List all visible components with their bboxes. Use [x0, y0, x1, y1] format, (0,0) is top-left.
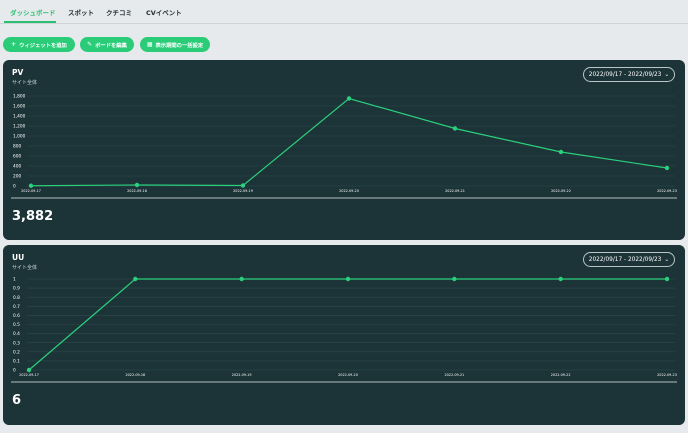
widget-total: 6: [12, 393, 22, 408]
y-tick-label: 1,800: [13, 94, 26, 100]
x-tick-label: 2022-09-21: [445, 189, 465, 193]
x-tick-label: 2022-09-23: [657, 373, 677, 377]
x-tick-label: 2022-09-18: [125, 373, 145, 377]
bulk-period-label: 表示期間の一括設定: [155, 42, 204, 49]
x-tick-label: 2022-09-19: [232, 373, 252, 377]
series-line: [30, 97, 668, 187]
y-tick-label: 1: [13, 277, 16, 283]
tab-cv-event[interactable]: CVイベント: [146, 7, 182, 17]
x-tick-label: 2022-09-20: [339, 189, 359, 193]
data-point: [240, 183, 246, 188]
y-tick-label: 0.6: [13, 313, 20, 319]
edit-board-button[interactable]: ✎ ボードを編集: [80, 37, 134, 52]
data-point: [452, 276, 457, 282]
y-tick-label: 1,600: [13, 104, 26, 110]
y-tick-label: 0.4: [13, 331, 20, 337]
tab-bar: ダッシュボード スポット クチコミ CVイベント: [0, 0, 688, 24]
tab-spot[interactable]: スポット: [68, 7, 94, 17]
data-point: [239, 276, 244, 282]
tab-reviews[interactable]: クチコミ: [106, 7, 132, 17]
y-tick-label: 0.2: [13, 349, 20, 355]
y-tick-label: 1,400: [13, 114, 26, 120]
y-tick-label: 1,200: [13, 124, 26, 130]
data-point: [346, 96, 352, 101]
x-tick-label: 2022-09-21: [444, 373, 464, 377]
y-tick-label: 200: [13, 174, 21, 180]
y-tick-label: 1,000: [13, 134, 26, 140]
y-tick-label: 0: [13, 368, 16, 374]
y-tick-label: 0.1: [13, 359, 20, 365]
add-widget-label: ウィジェットを追加: [19, 42, 67, 49]
y-tick-label: 800: [13, 144, 21, 150]
data-point: [558, 149, 564, 155]
data-point: [133, 276, 138, 282]
y-tick-label: 400: [13, 164, 21, 170]
x-tick-label: 2022-09-20: [338, 373, 358, 377]
x-tick-label: 2022-09-17: [19, 373, 39, 377]
y-tick-label: 0.3: [13, 340, 20, 346]
y-tick-label: 0.8: [13, 295, 20, 301]
data-point: [28, 183, 34, 188]
y-tick-label: 0.9: [13, 286, 20, 292]
x-tick-label: 2022-09-18: [127, 189, 147, 193]
edit-icon: ✎: [87, 40, 93, 48]
x-tick-label: 2022-09-19: [233, 189, 253, 193]
plus-icon: +: [11, 40, 17, 48]
data-point: [452, 126, 458, 131]
tab-dashboard[interactable]: ダッシュボード: [10, 7, 56, 17]
uu-widget: UU サイト全体 2022/09/17 - 2022/09/23 ⌄ 0 0.1 0…: [3, 245, 685, 425]
y-tick-label: 0: [13, 184, 16, 190]
add-widget-button[interactable]: + ウィジェットを追加: [3, 37, 75, 52]
x-tick-label: 2022-09-17: [21, 189, 41, 193]
pv-widget: PV サイト全体 2022/09/17 - 2022/09/23 ⌄ 0 200 4…: [3, 60, 685, 240]
data-point: [26, 367, 32, 373]
data-point: [345, 276, 351, 282]
y-tick-label: 600: [13, 154, 21, 160]
x-tick-label: 2022-09-23: [657, 189, 677, 193]
y-tick-label: 0.5: [13, 322, 20, 328]
data-point: [664, 276, 670, 282]
uu-line-chart: 0 0.1 0.2 0.3 0.4 0.5 0.6 0.7 0.8 0.9 1 2022-09-17 2…: [11, 276, 677, 383]
bulk-period-button[interactable]: ▦ 表示期間の一括設定: [140, 37, 210, 52]
widget-total: 3,882: [12, 209, 54, 224]
data-point: [664, 165, 670, 171]
calendar-icon: ▦: [146, 40, 153, 48]
pv-line-chart: 0 200 400 600 800 1,000 1,200 1,400 1,600 1,800 20…: [11, 94, 677, 199]
active-tab-indicator: [4, 21, 56, 23]
edit-board-label: ボードを編集: [95, 42, 127, 49]
data-point: [558, 276, 563, 282]
data-point: [134, 182, 140, 188]
x-tick-label: 2022-09-22: [551, 373, 571, 377]
x-tick-label: 2022-09-22: [551, 189, 571, 193]
y-tick-label: 0.7: [13, 304, 20, 310]
